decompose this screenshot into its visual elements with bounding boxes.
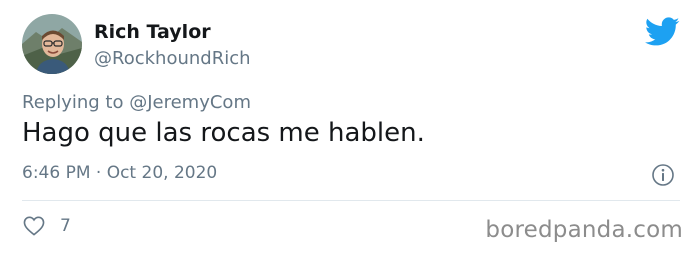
tweet-timestamp[interactable]: 6:46 PM · Oct 20, 2020 — [22, 163, 217, 183]
twitter-bird-icon[interactable] — [645, 17, 680, 47]
reply-context: Replying to @JeremyCom — [22, 92, 251, 113]
like-count: 7 — [60, 216, 71, 236]
tweet-text: Hago que las rocas me hablen. — [22, 118, 425, 148]
avatar-photo — [22, 14, 82, 74]
author-handle[interactable]: @RockhoundRich — [94, 48, 251, 69]
avatar[interactable] — [22, 14, 82, 74]
info-icon[interactable] — [651, 163, 675, 187]
reply-to-handle[interactable]: @JeremyCom — [129, 92, 251, 113]
author-display-name[interactable]: Rich Taylor — [94, 21, 211, 43]
heart-icon[interactable] — [23, 216, 45, 236]
watermark: boredpanda.com — [485, 217, 683, 243]
divider — [22, 200, 680, 201]
reply-prefix: Replying to — [22, 92, 124, 113]
